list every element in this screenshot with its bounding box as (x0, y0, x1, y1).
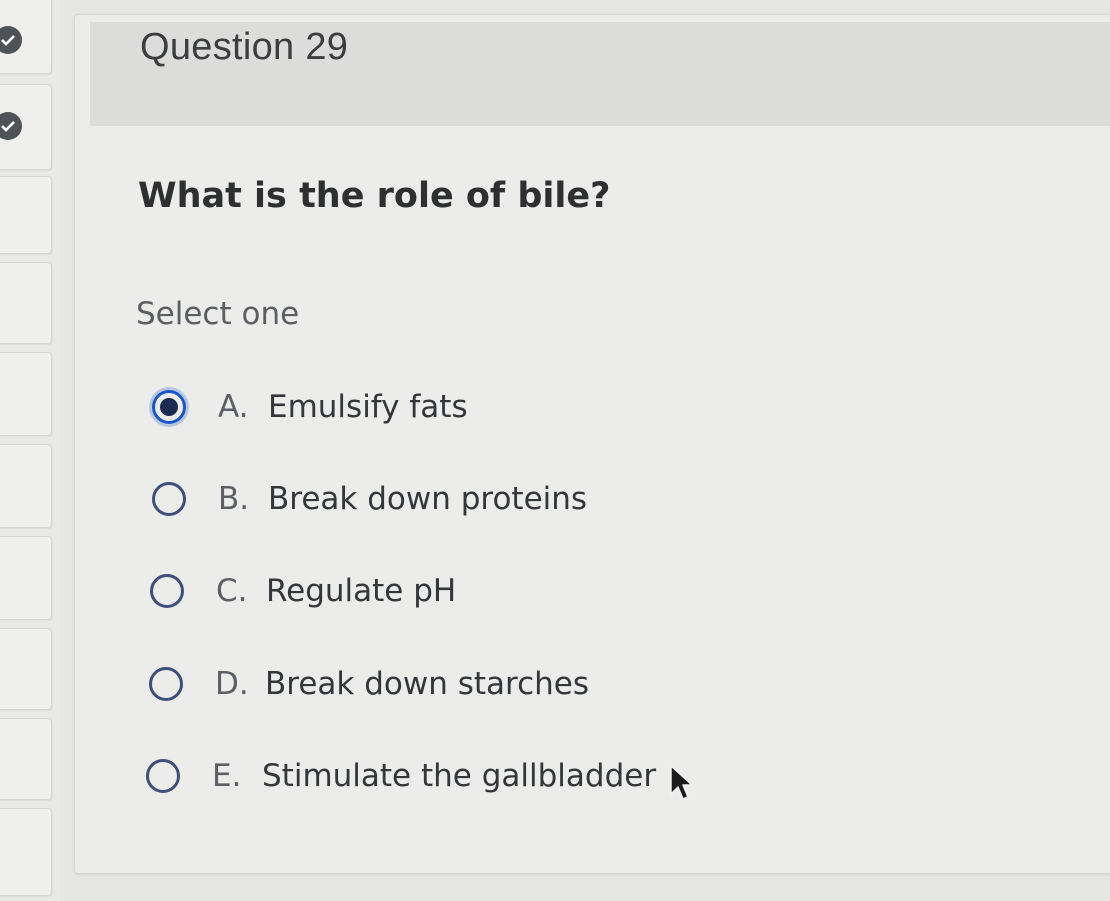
radio-button-checked[interactable] (152, 390, 186, 424)
select-instruction: Select one (136, 296, 300, 332)
option-letter: C. (216, 573, 248, 609)
option-text: Emulsify fats (268, 389, 468, 425)
nav-question-item[interactable] (0, 628, 52, 710)
mouse-pointer-icon (670, 765, 693, 800)
answer-option-a[interactable]: A. Emulsify fats (152, 383, 468, 431)
radio-button[interactable] (150, 574, 184, 608)
question-prompt: What is the role of bile? (138, 176, 611, 216)
question-title: Question 29 (140, 26, 349, 68)
radio-button[interactable] (152, 482, 186, 516)
answer-option-c[interactable]: C. Regulate pH (150, 567, 456, 615)
option-letter: B. (218, 481, 250, 517)
nav-question-item[interactable] (0, 352, 52, 436)
option-text: Stimulate the gallbladder (262, 758, 657, 794)
nav-question-item[interactable] (0, 176, 52, 254)
question-card (74, 14, 1110, 874)
nav-question-item[interactable] (0, 808, 52, 896)
option-text: Break down proteins (268, 481, 588, 517)
answer-option-d[interactable]: D. Break down starches (149, 660, 589, 708)
option-letter: A. (218, 389, 249, 425)
option-letter: D. (215, 666, 249, 702)
radio-button[interactable] (149, 667, 183, 701)
radio-button[interactable] (146, 759, 180, 793)
nav-question-item[interactable] (0, 536, 52, 620)
nav-question-item[interactable] (0, 262, 52, 344)
option-text: Regulate pH (266, 573, 457, 609)
answer-option-b[interactable]: B. Break down proteins (152, 475, 587, 523)
nav-question-item[interactable] (0, 718, 52, 800)
nav-question-item[interactable] (0, 444, 52, 528)
option-text: Break down starches (265, 666, 589, 702)
answer-option-e[interactable]: E. Stimulate the gallbladder (146, 752, 656, 800)
option-letter: E. (212, 758, 242, 794)
question-nav (0, 0, 60, 901)
